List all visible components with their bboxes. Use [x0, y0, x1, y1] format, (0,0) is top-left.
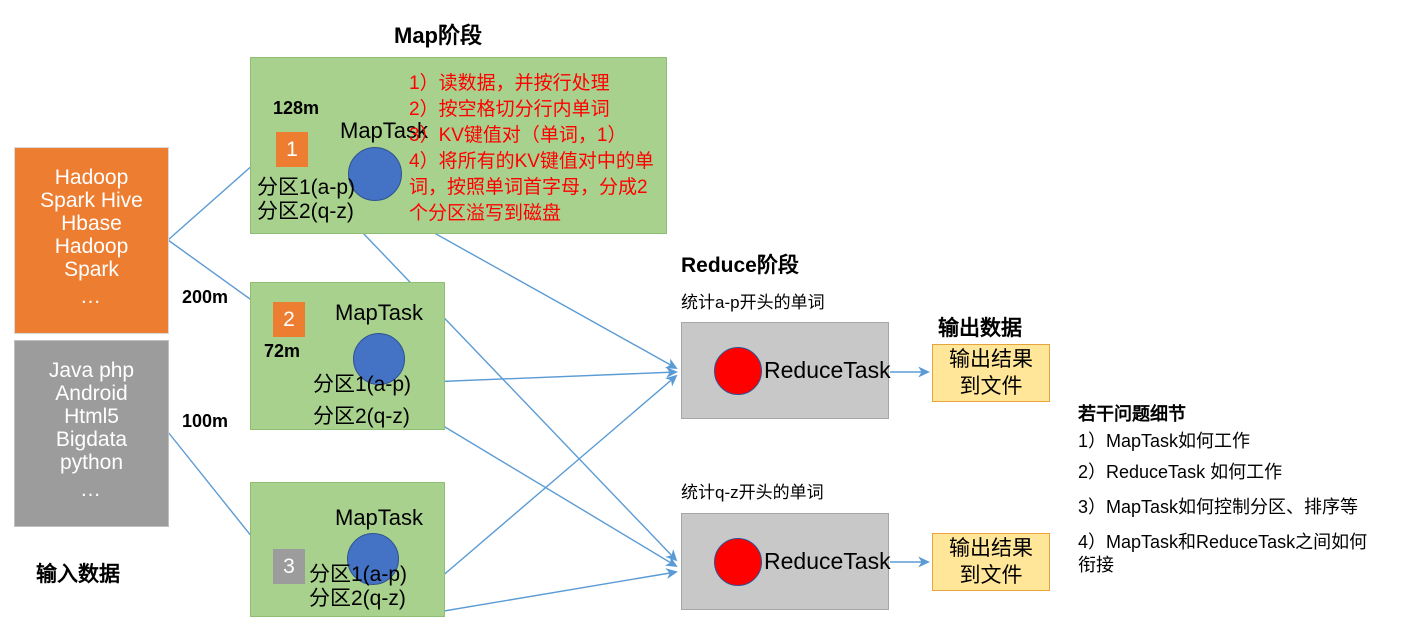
map-block-3: MapTask 3 分区1(a-p) 分区2(q-z) — [250, 482, 445, 617]
input-line: Bigdata — [55, 428, 128, 451]
map-note: 3）KV键值对（单词，1） — [409, 125, 627, 146]
partition-labels-1: 分区1(a-p) 分区2(q-z) — [257, 176, 355, 224]
reduce-block-1: ReduceTask — [681, 322, 891, 419]
input-block-orange: Hadoop Spark Hive Hbase Hadoop Spark … — [14, 147, 169, 334]
chunk-badge-2: 2 — [273, 302, 305, 337]
output-box-1: 输出结果 到文件 — [932, 344, 1050, 402]
input-line: Hadoop — [54, 166, 129, 189]
map-task-label-3: MapTask — [335, 505, 424, 530]
size-label-72m: 72m — [264, 341, 301, 361]
input-line: Hbase — [61, 212, 122, 235]
reduce-phase-title: Reduce阶段 — [681, 254, 799, 277]
question-item: 1）MapTask如何工作 — [1078, 431, 1251, 451]
chunk-badge-3: 3 — [273, 549, 305, 584]
map-task-circle-1 — [348, 147, 402, 201]
map-block-1: 128m 1 MapTask 分区1(a-p) 分区2(q-z) 1）读数据，并… — [250, 57, 667, 234]
map-note: 1）读数据，并按行处理 — [409, 73, 610, 94]
input-line: Android — [55, 382, 128, 405]
input-line: Spark — [64, 258, 119, 281]
output-line: 输出结果 — [949, 348, 1033, 371]
input-ellipsis: … — [80, 478, 103, 501]
input-line: Html5 — [64, 405, 119, 428]
size-label-200m: 200m — [182, 287, 229, 307]
input-ellipsis: … — [80, 285, 103, 308]
reduce-block-2: ReduceTask — [681, 513, 891, 610]
diagram-canvas: Hadoop Spark Hive Hbase Hadoop Spark … J… — [0, 0, 1409, 624]
partition-labels-2: 分区1(a-p) 分区2(q-z) — [313, 369, 411, 433]
size-label-100m: 100m — [182, 411, 229, 431]
map-note: 2）按空格切分行内单词 — [409, 99, 610, 120]
output-line: 到文件 — [959, 375, 1023, 398]
input-line: python — [59, 451, 124, 474]
reduce-task-label-1: ReduceTask — [764, 357, 891, 383]
input-line: Spark Hive — [40, 189, 143, 212]
partition-labels-3: 分区1(a-p) 分区2(q-z) — [309, 563, 407, 611]
partition-label: 分区1(a-p) — [309, 563, 408, 586]
map-notes-list: 1）读数据，并按行处理 2）按空格切分行内单词 3）KV键值对（单词，1） 4）… — [409, 71, 659, 227]
size-label-128m: 128m — [273, 98, 320, 118]
map-block-2: 2 72m MapTask 分区1(a-p) 分区2(q-z) — [250, 282, 445, 430]
input-data-title: 输入数据 — [36, 563, 120, 586]
output-line: 到文件 — [959, 564, 1023, 587]
reduce-caption-2: 统计q-z开头的单词 — [681, 483, 824, 502]
reduce-task-circle-1 — [714, 346, 762, 395]
partition-label: 分区2(q-z) — [257, 200, 354, 223]
reduce-task-circle-2 — [714, 537, 762, 586]
input-line: Java php — [48, 359, 135, 382]
partition-label: 分区2(q-z) — [313, 405, 410, 428]
output-line: 输出结果 — [949, 537, 1033, 560]
input-block-gray: Java php Android Html5 Bigdata python … — [14, 340, 169, 527]
question-item: 3）MapTask如何控制分区、排序等 — [1078, 497, 1359, 517]
output-box-2: 输出结果 到文件 — [932, 533, 1050, 591]
input-line: Hadoop — [54, 235, 129, 258]
question-item: 4）MapTask和ReduceTask之间如何衔接 — [1078, 532, 1368, 575]
chunk-badge-1: 1 — [276, 132, 308, 167]
reduce-task-label-2: ReduceTask — [764, 548, 891, 574]
partition-label: 分区2(q-z) — [309, 587, 406, 610]
output-data-title: 输出数据 — [938, 317, 1022, 340]
partition-label: 分区1(a-p) — [257, 176, 356, 199]
question-item: 2）ReduceTask 如何工作 — [1078, 462, 1283, 482]
map-phase-title: Map阶段 — [394, 23, 483, 48]
map-note: 4）将所有的KV键值对中的单词，按照单词首字母，分成2个分区溢写到磁盘 — [409, 151, 654, 224]
partition-label: 分区1(a-p) — [313, 373, 412, 396]
map-task-label-2: MapTask — [335, 300, 424, 325]
questions-panel: 若干问题细节 1）MapTask如何工作 2）ReduceTask 如何工作 3… — [1078, 400, 1378, 577]
reduce-caption-1: 统计a-p开头的单词 — [681, 293, 825, 312]
questions-title: 若干问题细节 — [1078, 404, 1186, 424]
